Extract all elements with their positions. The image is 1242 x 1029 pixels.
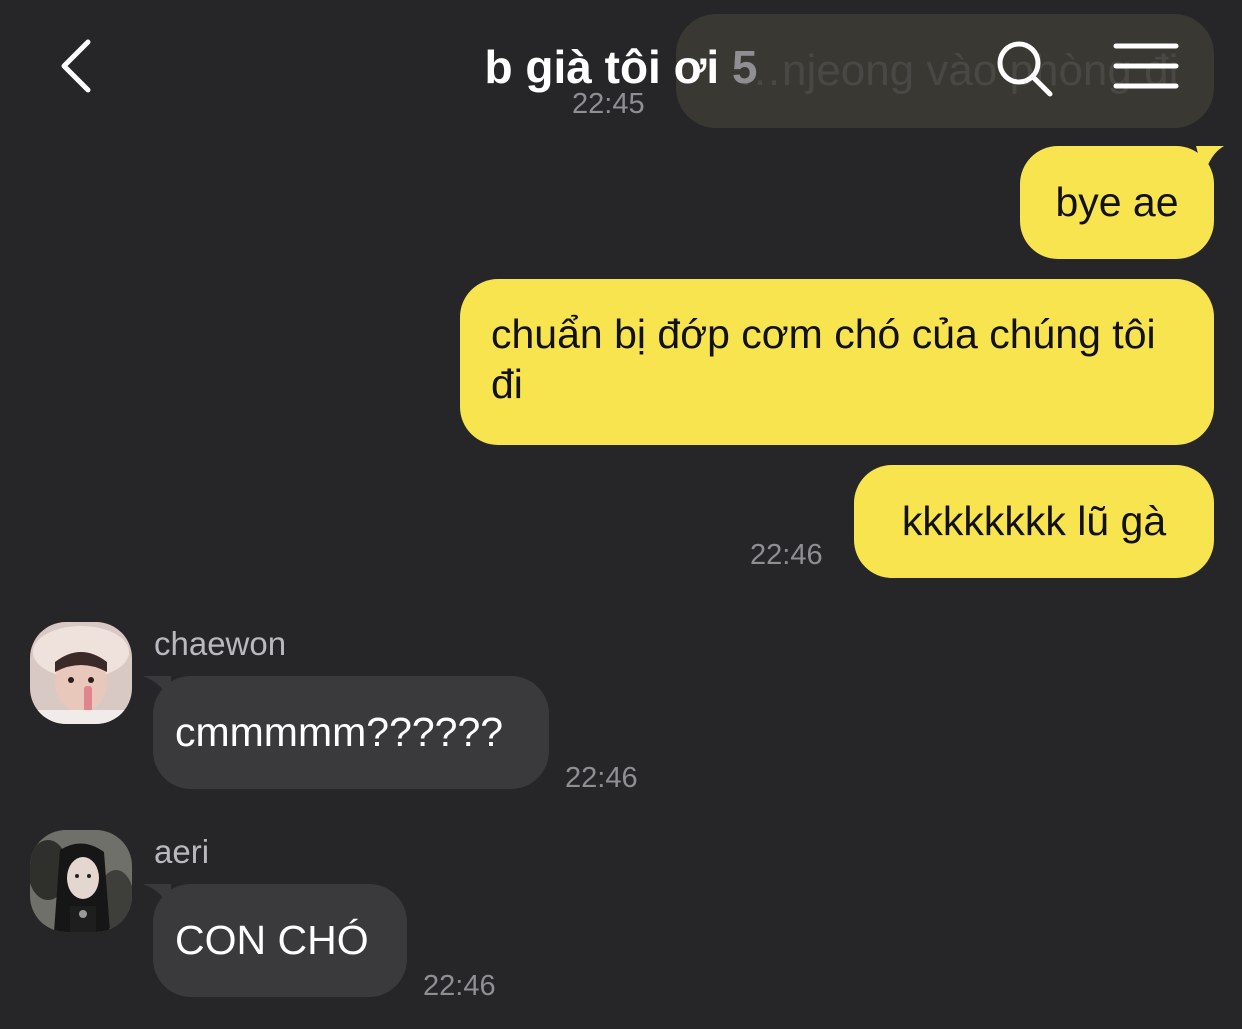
message-text: bye ae [1055,179,1179,225]
incoming-message[interactable]: CON CHÓ [153,884,407,997]
message-timestamp: 22:46 [423,970,496,1002]
message-timestamp: 22:46 [750,539,823,571]
hamburger-menu-icon [1113,43,1179,89]
message-timestamp: 22:46 [565,762,638,794]
outgoing-message[interactable]: kkkkkkkk lũ gà [854,465,1214,578]
outgoing-message[interactable]: bye ae [1020,146,1214,259]
menu-button[interactable] [1110,38,1182,98]
avatar-aeri[interactable] [30,830,132,932]
chat-title-text: b già tôi ơi [484,41,720,93]
message-text: kkkkkkkk lũ gà [901,498,1167,544]
profile-photo [30,830,132,932]
sender-name: aeri [154,833,210,870]
outgoing-message[interactable]: chuẩn bị đớp cơm chó của chúng tôi đi [460,279,1214,445]
chat-header: b già tôi ơi 5 [0,0,1242,135]
sender-name: chaewon [154,625,287,662]
member-count: 5 [731,41,758,93]
message-text: CON CHÓ [175,917,369,963]
avatar-chaewon[interactable] [30,622,132,724]
incoming-message[interactable]: cmmmmm?????? [153,676,549,789]
message-text: chuẩn bị đớp cơm chó của chúng tôi đi [491,311,1156,407]
search-button[interactable] [992,36,1056,100]
profile-photo [30,622,132,724]
search-icon [997,41,1053,97]
message-text: cmmmmm?????? [175,709,504,755]
